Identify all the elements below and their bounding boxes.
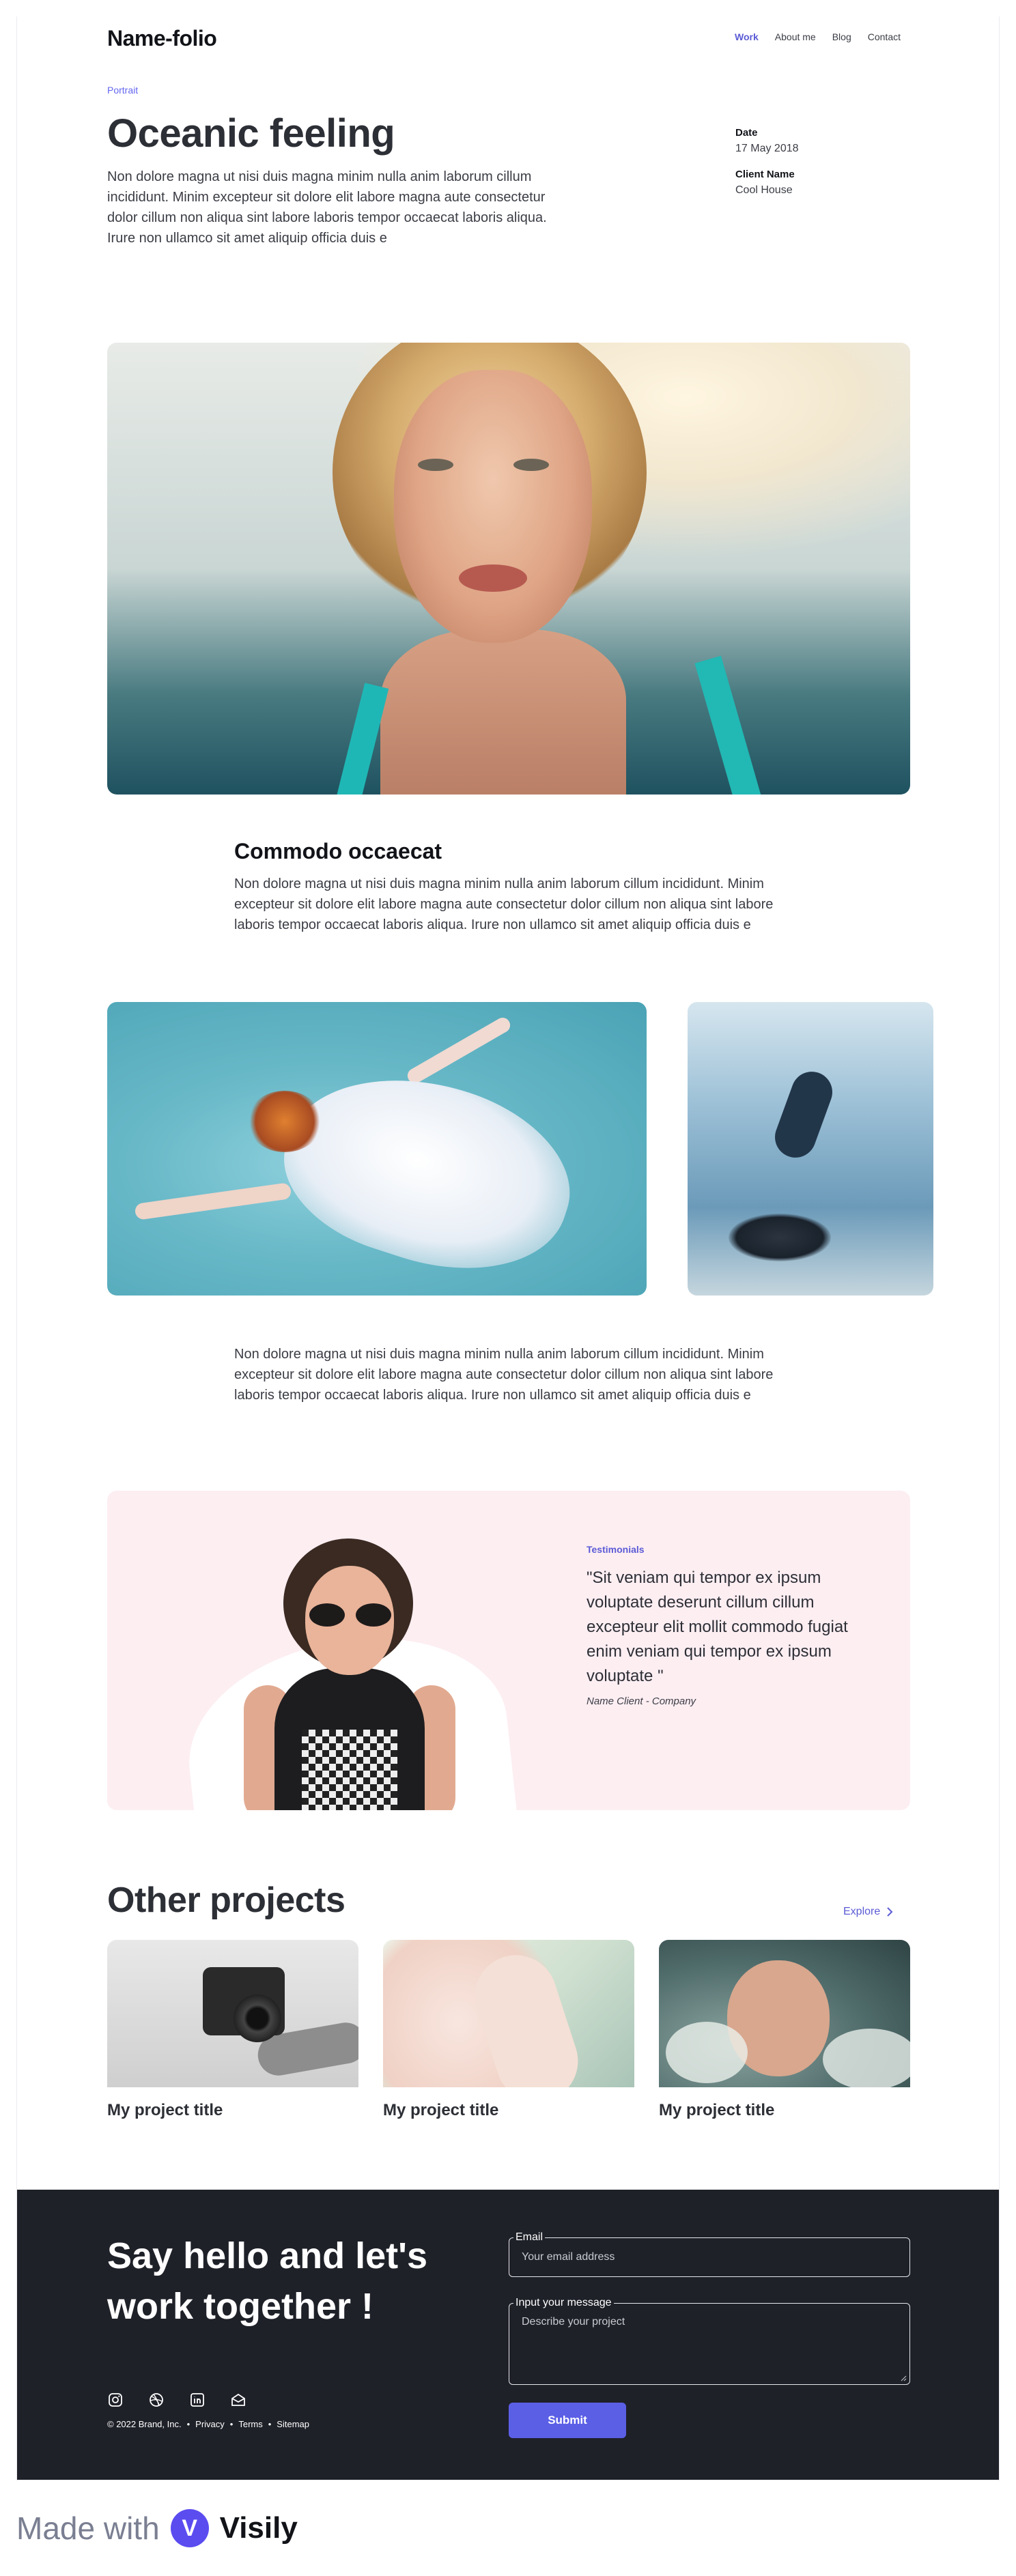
section-body-2: Non dolore magna ut nisi duis magna mini… [234,1347,774,1403]
project-card-title: My project title [107,2101,223,2119]
sitemap-link[interactable]: Sitemap [277,2419,309,2429]
hero-neck [380,629,626,795]
made-with-label: Made with [16,2510,160,2546]
email-placeholder: Your email address [522,2251,615,2263]
diver-image [688,1002,933,1296]
hero-face [394,370,592,643]
page-frame: Name-folio Work About me Blog Contact Po… [16,16,1000,2480]
project-category[interactable]: Portrait [107,85,138,96]
instagram-icon[interactable] [107,2392,124,2408]
section-body-1: Non dolore magna ut nisi duis magna mini… [234,876,774,932]
dribbble-icon[interactable] [148,2392,165,2408]
made-with-badge[interactable]: Made with V Visily [16,2509,298,2547]
client-checkered-top [302,1730,397,1810]
privacy-link[interactable]: Privacy [195,2419,225,2429]
img2-arm-left [134,1182,292,1220]
testimonial-tag: Testimonials [587,1544,645,1555]
resize-handle-icon[interactable] [900,2375,907,2381]
visily-logo-icon: V [170,2509,209,2547]
main-nav: Work About me Blog Contact [735,31,901,42]
footer-heading: Say hello and let's work together ! [107,2235,427,2327]
chevron-right-icon [887,1907,893,1917]
date-label: Date [735,127,758,139]
explore-link[interactable]: Explore [843,1906,894,1918]
logo[interactable]: Name-folio [107,26,217,51]
email-field[interactable]: Email Your email address [509,2231,910,2277]
testimonial-quote: "Sit veniam qui tempor ex ipsum voluptat… [587,1569,848,1685]
dot-separator: • [229,2419,234,2429]
message-label: Input your message [513,2297,614,2309]
sunglasses [309,1603,391,1627]
project-card[interactable]: My project title [659,1940,910,2120]
project-intro: Non dolore magna ut nisi duis magna mini… [107,169,547,246]
img3-diver [769,1065,838,1164]
client-label: Client Name [735,169,795,180]
testimonial-author: Name Client - Company [587,1695,696,1707]
social-links [107,2392,246,2408]
section-heading: Commodo occaecat [234,839,442,863]
img2-arm-right [404,1014,513,1087]
testimonial-card: Testimonials "Sit veniam qui tempor ex i… [107,1491,910,1810]
hero-eye-right [513,459,549,471]
other-projects-title: Other projects [107,1880,345,1920]
nav-about[interactable]: About me [775,31,816,42]
project-card-title: My project title [383,2101,499,2119]
contact-footer: Say hello and let's work together ! © 20… [17,2190,999,2480]
nav-contact[interactable]: Contact [868,31,901,42]
project-meta: Date 17 May 2018 Client Name Cool House [735,127,927,210]
thumb-foam [666,2022,748,2083]
thumb-lens [234,1994,281,2042]
date-value: 17 May 2018 [735,143,799,154]
hero-strap-right [694,655,763,795]
project-card-title: My project title [659,2101,775,2119]
linkedin-icon[interactable] [189,2392,206,2408]
hero-eye-left [418,459,453,471]
hero-lips [459,564,527,592]
explore-label: Explore [843,1906,881,1917]
visily-brand: Visily [219,2511,298,2545]
message-placeholder: Describe your project [522,2316,625,2328]
page-title: Oceanic feeling [107,111,395,156]
dot-separator: • [186,2419,190,2429]
project-thumb-camera [107,1940,358,2087]
hero-portrait-image [107,343,910,795]
project-card[interactable]: My project title [107,1940,358,2120]
terms-link[interactable]: Terms [238,2419,262,2429]
img2-dress [264,1044,592,1296]
nav-blog[interactable]: Blog [832,31,851,42]
underwater-dress-image [107,1002,647,1296]
project-thumb-bath [659,1940,910,2087]
img3-rock [729,1214,831,1261]
mail-icon[interactable] [230,2392,246,2408]
nav-work[interactable]: Work [735,31,759,42]
email-label: Email [513,2231,546,2244]
project-thumb-face [383,1940,634,2087]
message-field[interactable]: Input your message Describe your project [509,2297,910,2385]
dot-separator: • [268,2419,272,2429]
legal-links: © 2022 Brand, Inc. • Privacy • Terms • S… [107,2419,309,2429]
img2-hair [247,1091,322,1152]
project-card[interactable]: My project title [383,1940,634,2120]
thumb-foam [823,2029,910,2087]
client-value: Cool House [735,184,793,196]
submit-button[interactable]: Submit [509,2403,626,2438]
copyright: © 2022 Brand, Inc. [107,2419,182,2429]
